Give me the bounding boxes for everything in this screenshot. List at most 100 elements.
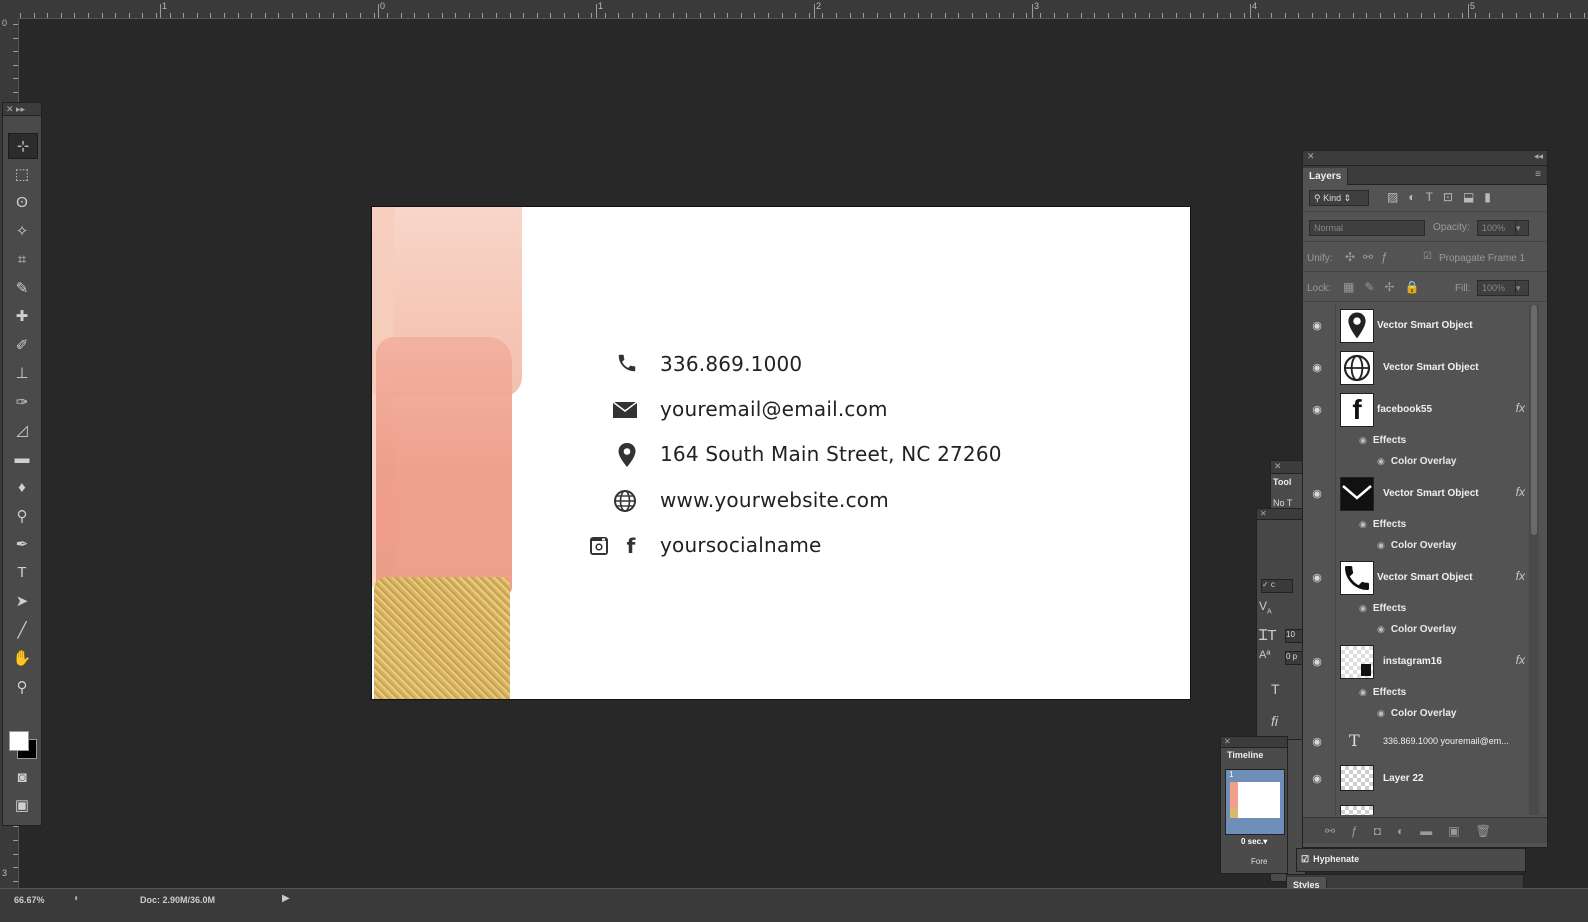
timeline-frame[interactable]: 1 (1225, 769, 1285, 835)
fill-field[interactable]: 100% (1477, 280, 1517, 296)
eyedropper-tool-icon[interactable]: ✎ (8, 276, 36, 300)
visibility-eye-icon[interactable]: ◉ (1309, 360, 1325, 376)
blend-mode-select[interactable]: Normal (1309, 220, 1425, 236)
visibility-eye-icon[interactable]: ◉ (1309, 318, 1325, 334)
layer-row[interactable]: ◉ f facebook55 fx ◉ Effects ◉ Color Overla… (1303, 389, 1531, 474)
foreground-color-swatch[interactable] (9, 731, 29, 751)
layer-name[interactable]: Vector Smart Object (1383, 362, 1479, 373)
top-ruler[interactable]: 1 0 1 2 3 4 5 (0, 0, 1588, 19)
font-size-field[interactable]: 10 (1285, 629, 1303, 643)
color-overlay-row[interactable]: ◉ Color Overlay (1377, 624, 1456, 635)
tab-tool-presets[interactable]: Tool (1271, 474, 1305, 490)
tools-options-panel-close[interactable]: ✕ (1271, 461, 1305, 474)
baseline-icon[interactable]: Aª (1259, 649, 1270, 661)
fx-icon[interactable]: fx (1516, 401, 1525, 415)
layer-name[interactable]: instagram16 (1383, 656, 1442, 667)
healing-brush-tool-icon[interactable]: ✚ (8, 304, 36, 328)
layer-row[interactable]: ◉ instagram16 fx ◉ Effects ◉ Color Overlay (1303, 641, 1531, 726)
hyphenate-checkbox[interactable]: ☑ (1297, 854, 1313, 864)
color-overlay-row[interactable]: ◉ Color Overlay (1377, 708, 1456, 719)
fx-icon[interactable]: fx (1516, 653, 1525, 667)
quick-mask-icon[interactable]: ◙ (8, 765, 36, 789)
color-overlay-row[interactable]: ◉ Color Overlay (1377, 540, 1456, 551)
visibility-eye-icon[interactable]: ◉ (1309, 771, 1325, 787)
visibility-eye-icon[interactable]: ◉ (1309, 486, 1325, 502)
effects-row[interactable]: ◉ Effects (1359, 603, 1406, 614)
fill-dropdown-icon[interactable]: ▾ (1515, 280, 1529, 296)
tab-layers[interactable]: Layers (1303, 168, 1349, 185)
line-tool-icon[interactable]: ╱ (8, 618, 36, 642)
screen-mode-icon[interactable]: ▣ (8, 793, 36, 817)
font-size-icon[interactable]: ꞮT (1259, 625, 1277, 645)
document-canvas[interactable]: 336.869.1000 youremail@email.com 164 Sou… (372, 207, 1190, 699)
crop-tool-icon[interactable]: ⌗ (8, 247, 36, 271)
layers-scrollbar[interactable] (1529, 305, 1539, 815)
unify-icons[interactable]: ✣⚯ƒ (1345, 250, 1396, 264)
lock-icons[interactable]: ▦✎✢🔒 (1343, 280, 1429, 294)
visibility-eye-icon[interactable]: ◉ (1309, 734, 1325, 750)
faux-text-icon[interactable]: T (1271, 681, 1280, 697)
ligature-icon[interactable]: fi (1271, 713, 1278, 729)
visibility-eye-icon[interactable]: ◉ (1309, 654, 1325, 670)
magic-wand-tool-icon[interactable]: ✧ (8, 219, 36, 243)
blur-tool-icon[interactable]: ♦ (8, 475, 36, 499)
color-overlay-row[interactable]: ◉ Color Overlay (1377, 456, 1456, 467)
propagate-checkbox[interactable]: ☑ (1423, 251, 1432, 262)
history-brush-tool-icon[interactable]: ✑ (8, 390, 36, 414)
frame-delay[interactable]: 0 sec.▾ (1241, 837, 1267, 846)
brush-tool-icon[interactable]: ✐ (8, 333, 36, 357)
filter-icons[interactable]: ▨◐T⊡⬓▮ (1387, 190, 1501, 204)
eraser-tool-icon[interactable]: ◿ (8, 418, 36, 442)
layer-row[interactable] (1303, 799, 1531, 815)
gradient-tool-icon[interactable]: ▬ (8, 447, 36, 471)
loop-option[interactable]: Fore (1251, 857, 1267, 866)
status-info-icon[interactable]: ◐ (74, 893, 80, 904)
layer-name[interactable]: 336.869.1000 youremail@em... (1383, 736, 1509, 746)
layer-name[interactable]: Vector Smart Object (1377, 572, 1473, 583)
hand-tool-icon[interactable]: ✋ (8, 646, 36, 670)
opacity-dropdown-icon[interactable]: ▾ (1515, 220, 1529, 236)
opacity-field[interactable]: 100% (1477, 220, 1517, 236)
baseline-field[interactable]: 0 p (1285, 651, 1303, 665)
layer-row[interactable]: ◉ Vector Smart Object fx ◉ Effects ◉ Color… (1303, 557, 1531, 642)
visibility-eye-icon[interactable]: ◉ (1309, 402, 1325, 418)
effects-row[interactable]: ◉ Effects (1359, 435, 1406, 446)
layer-name[interactable]: Vector Smart Object (1377, 320, 1473, 331)
layers-panel-menu-icon[interactable]: ≡ (1529, 166, 1547, 183)
effects-row[interactable]: ◉ Effects (1359, 687, 1406, 698)
lasso-tool-icon[interactable]: ʘ (8, 190, 36, 214)
layer-name[interactable]: Layer 22 (1383, 773, 1424, 784)
character-checkbox[interactable]: ✓ c (1261, 579, 1293, 593)
ruler-tick (1108, 13, 1109, 18)
effects-row[interactable]: ◉ Effects (1359, 519, 1406, 530)
path-selection-tool-icon[interactable]: ➤ (8, 589, 36, 613)
layers-panel-header[interactable]: ✕ ◂◂ (1303, 151, 1547, 166)
layer-row[interactable]: ◉ Vector Smart Object (1303, 305, 1531, 348)
marquee-tool-icon[interactable]: ⬚ (8, 162, 36, 186)
zoom-level[interactable]: 66.67% (14, 895, 45, 905)
stamp-tool-icon[interactable]: ⊥ (8, 361, 36, 385)
layer-name[interactable]: facebook55 (1377, 404, 1432, 415)
kerning-icon[interactable]: VA (1259, 599, 1272, 615)
filter-kind-select[interactable]: ⚲ Kind ⇕ (1309, 190, 1369, 206)
tools-panel-header[interactable]: ✕ ▸▸ (3, 103, 41, 116)
tab-timeline[interactable]: Timeline (1221, 748, 1287, 762)
fx-icon[interactable]: fx (1516, 485, 1525, 499)
visibility-eye-icon[interactable]: ◉ (1309, 570, 1325, 586)
type-tool-icon[interactable]: T (8, 561, 36, 585)
layer-row[interactable]: ◉ T 336.869.1000 youremail@em... (1303, 725, 1531, 760)
fx-icon[interactable]: fx (1516, 569, 1525, 583)
dodge-tool-icon[interactable]: ⚲ (8, 504, 36, 528)
layer-row[interactable]: ◉ Layer 22 (1303, 759, 1531, 800)
layers-bottom-icons[interactable]: ⚯ƒ◘◐▬▣🗑 (1303, 817, 1547, 843)
timeline-close[interactable]: ✕ (1221, 737, 1287, 748)
zoom-tool-icon[interactable]: ⚲ (8, 675, 36, 699)
layer-row[interactable]: ◉ Vector Smart Object (1303, 347, 1531, 390)
layer-name[interactable]: Vector Smart Object (1383, 488, 1479, 499)
hyphenate-row[interactable]: ☑ Hyphenate (1296, 848, 1526, 872)
layer-row[interactable]: ◉ Vector Smart Object fx ◉ Effects ◉ Color… (1303, 473, 1531, 558)
status-menu-arrow-icon[interactable]: ▶ (282, 893, 290, 904)
pen-tool-icon[interactable]: ✒ (8, 532, 36, 556)
layers-scroll-thumb[interactable] (1531, 305, 1537, 535)
move-tool-icon[interactable]: ⊹ (8, 133, 38, 159)
